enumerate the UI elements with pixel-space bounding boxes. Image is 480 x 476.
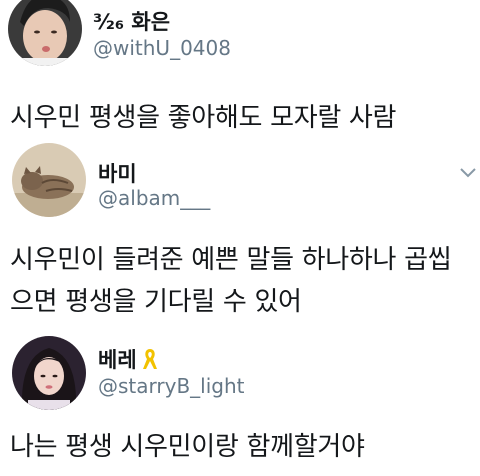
avatar-photo	[12, 143, 86, 217]
user-handle[interactable]: @withU_0408	[93, 36, 231, 60]
tweet: ³⁄₂₆ 화은 @withU_0408 시우민 평생을 좋아해도 모자랄 사람	[0, 0, 480, 150]
user-handle[interactable]: @starryB_light	[98, 374, 245, 398]
avatar[interactable]	[8, 0, 82, 66]
chevron-down-icon[interactable]	[458, 166, 478, 180]
display-name[interactable]: 바미	[98, 158, 137, 188]
tweet-text: 시우민 평생을 좋아해도 모자랄 사람	[10, 103, 397, 133]
display-name[interactable]: ³⁄₂₆ 화은	[93, 6, 170, 36]
tweet-text-line-1: 시우민이 들려준 예쁜 말들 하나하나 곱씹	[10, 245, 452, 275]
display-name[interactable]: 베레	[98, 344, 159, 374]
avatar-photo	[8, 0, 82, 66]
display-name-text: 베레	[98, 348, 137, 372]
avatar[interactable]	[12, 143, 86, 217]
user-handle[interactable]: @albam___	[98, 186, 210, 210]
tweet-text-line-2: 으면 평생을 기다릴 수 있어	[10, 287, 302, 317]
tweet-text: 나는 평생 시우민이랑 함께할거야	[10, 432, 365, 462]
avatar[interactable]	[12, 336, 86, 410]
avatar-photo	[12, 336, 86, 410]
yellow-ribbon-icon	[142, 349, 157, 369]
